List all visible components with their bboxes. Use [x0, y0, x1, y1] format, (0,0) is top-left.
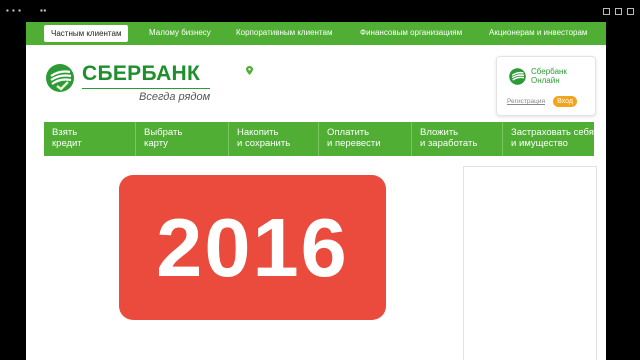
- nav-pay-transfer-line1: Оплатить: [327, 127, 370, 138]
- logo-tagline: Всегда рядом: [139, 91, 211, 103]
- close-icon: [627, 8, 634, 15]
- online-title-line2: Онлайн: [531, 76, 560, 85]
- sidebar-panel: [463, 166, 597, 360]
- products-nav: Взять кредит Выбрать карту Накопить и со…: [44, 122, 594, 156]
- nav-save-line1: Накопить: [237, 127, 279, 138]
- nav-take-credit[interactable]: Взять кредит: [44, 122, 135, 156]
- nav-private-clients[interactable]: Частным клиентам: [44, 25, 129, 42]
- nav-choose-card-line2: карту: [144, 138, 168, 149]
- year-text: 2016: [156, 201, 349, 294]
- nav-shareholders-investors[interactable]: Акционерам и инвесторам: [489, 28, 587, 37]
- sberbank-logo[interactable]: СБЕРБАНК Всегда рядом: [44, 62, 219, 122]
- nav-invest[interactable]: Вложить и заработать: [411, 122, 502, 156]
- video-top-bar: ▪ ▪ ▪ ▪▪: [0, 0, 640, 22]
- nav-choose-card-line1: Выбрать: [144, 127, 183, 138]
- nav-insure-line1: Застраховать себя: [511, 127, 594, 138]
- nav-financial-organizations[interactable]: Финансовым организациям: [360, 28, 462, 37]
- nav-take-credit-line1: Взять: [52, 127, 78, 138]
- sberbank-page: Частным клиентам Малому бизнесу Корпорат…: [26, 22, 606, 360]
- window-title-fragment-2: ▪▪: [40, 6, 47, 15]
- nav-pay-transfer-line2: и перевести: [327, 138, 381, 149]
- audience-nav: Частным клиентам Малому бизнесу Корпорат…: [26, 22, 606, 45]
- location-pin-icon[interactable]: [246, 62, 253, 80]
- nav-save-line2: и сохранить: [237, 138, 291, 149]
- nav-take-credit-line2: кредит: [52, 138, 82, 149]
- nav-small-business[interactable]: Малому бизнесу: [149, 28, 211, 37]
- nav-insure[interactable]: Застраховать себя и имущество: [502, 122, 594, 156]
- online-title: Сбербанк Онлайн: [531, 67, 567, 85]
- sberbank-logo-icon: [46, 64, 74, 92]
- nav-insure-line2: и имущество: [511, 138, 568, 149]
- maximize-icon: [615, 8, 622, 15]
- sberbank-online-icon: [509, 68, 526, 85]
- nav-invest-line2: и заработать: [420, 138, 478, 149]
- window-controls: [603, 8, 634, 15]
- nav-pay-transfer[interactable]: Оплатить и перевести: [318, 122, 411, 156]
- login-button[interactable]: Вход: [553, 96, 577, 107]
- online-title-line1: Сбербанк: [531, 67, 567, 76]
- register-link[interactable]: Регистрация: [507, 98, 545, 105]
- logo-divider: [82, 88, 210, 89]
- nav-save[interactable]: Накопить и сохранить: [228, 122, 318, 156]
- window-title-fragment: ▪ ▪ ▪: [6, 6, 22, 15]
- nav-invest-line1: Вложить: [420, 127, 459, 138]
- year-badge: 2016: [119, 175, 386, 320]
- minimize-icon: [603, 8, 610, 15]
- logo-name: СБЕРБАНК: [82, 62, 201, 85]
- nav-choose-card[interactable]: Выбрать карту: [135, 122, 228, 156]
- sberbank-online-widget: Сбербанк Онлайн Регистрация Вход: [496, 56, 596, 116]
- nav-corporate-clients[interactable]: Корпоративным клиентам: [236, 28, 332, 37]
